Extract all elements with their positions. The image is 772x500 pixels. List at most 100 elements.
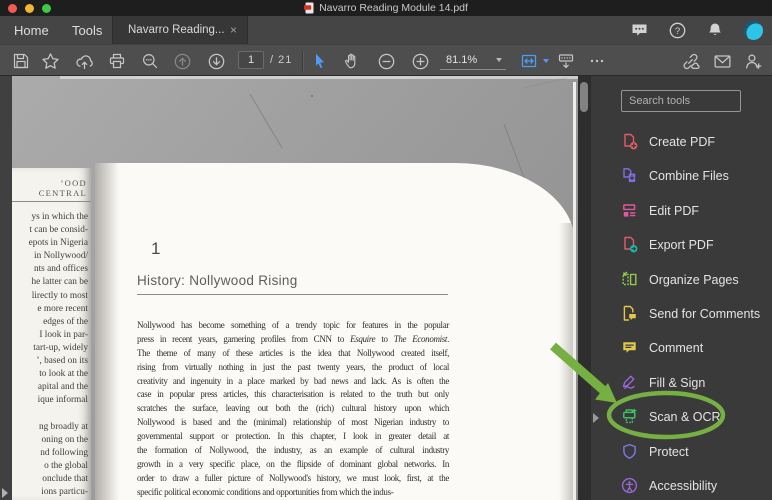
fit-dropdown-caret-icon[interactable]	[540, 49, 552, 73]
arrow-down-circle-icon	[208, 53, 224, 69]
cloud-upload-icon	[75, 54, 93, 69]
favorites-button[interactable]	[37, 49, 63, 73]
tool-item-protect[interactable]: Protect	[621, 441, 771, 462]
left-page-text-line: ’, based on its	[36, 356, 88, 367]
zoom-dropdown-caret-icon[interactable]	[496, 57, 502, 62]
tool-item-label: Scan & OCR	[649, 409, 721, 424]
left-page-text-line: he latter can be	[31, 277, 88, 288]
edit-pdf-icon	[623, 204, 636, 217]
close-window-button[interactable]	[8, 4, 17, 13]
arrow-up-circle-icon	[174, 53, 190, 69]
tool-item-scan-ocr[interactable]: Scan & OCR	[621, 406, 771, 427]
fit-width-icon	[521, 54, 537, 68]
email-button[interactable]	[709, 49, 735, 73]
scrollbar-thumb[interactable]	[580, 82, 588, 112]
navigation-pane-expand-arrow-icon[interactable]	[2, 488, 8, 498]
share-link-button[interactable]	[677, 49, 703, 73]
body-line: growth in a very specific place, on the …	[137, 458, 449, 469]
next-page-button[interactable]	[203, 49, 229, 73]
minimize-window-button[interactable]	[25, 4, 34, 13]
ellipsis-icon	[590, 59, 604, 63]
zoom-level-input[interactable]: 81.1%	[440, 50, 506, 70]
body-line: order to draw a fuller picture of Nollyw…	[137, 472, 449, 483]
notifications-button[interactable]	[696, 16, 734, 44]
bell-icon	[709, 23, 721, 35]
toolbar-panel-icon	[558, 54, 574, 69]
previous-page-button[interactable]	[169, 49, 195, 73]
protect-shield-icon	[623, 443, 636, 459]
hand-icon	[344, 53, 356, 69]
add-user-button[interactable]	[740, 49, 766, 73]
zoom-out-button[interactable]	[373, 49, 399, 73]
svg-text:?: ?	[674, 26, 679, 37]
tool-item-accessibility[interactable]: Accessibility	[621, 475, 771, 496]
body-line: case in popular press articles, this cha…	[137, 389, 449, 400]
left-page-text-line: apital and the	[37, 382, 88, 393]
hand-tool-button[interactable]	[339, 49, 365, 73]
search-tools-input[interactable]	[621, 90, 741, 112]
comments-bubble-button[interactable]	[620, 16, 658, 44]
tool-item-label: Create PDF	[649, 134, 715, 149]
pdf-file-icon	[304, 2, 314, 14]
left-page-text-line: onclude that	[42, 473, 88, 484]
zoom-window-button[interactable]	[42, 4, 51, 13]
toolbar-collapse-button[interactable]	[553, 49, 579, 73]
left-page-text-line: ys in which the	[31, 212, 88, 222]
tool-item-comment[interactable]: Comment	[621, 337, 771, 358]
comment-icon	[623, 342, 636, 353]
left-page-text-line: oning on the	[41, 434, 88, 445]
tool-item-label: Protect	[649, 444, 689, 459]
tab-home[interactable]: Home	[0, 16, 63, 44]
zoom-in-button[interactable]	[407, 49, 433, 73]
search-button[interactable]	[137, 49, 163, 73]
tool-item-fill-sign[interactable]: Fill & Sign	[621, 372, 771, 393]
body-line: governmental support or protection. In t…	[137, 431, 449, 442]
tab-tools[interactable]: Tools	[58, 16, 116, 44]
chapter-heading: History: Nollywood Rising	[137, 273, 298, 288]
tool-item-organize-pages[interactable]: Organize Pages	[621, 269, 771, 290]
tool-item-label: Combine Files	[649, 168, 729, 183]
tool-item-edit-pdf[interactable]: Edit PDF	[621, 200, 771, 221]
tab-document-label: Navarro Reading...	[128, 24, 225, 36]
title-bar: Navarro Reading Module 14.pdf	[0, 0, 772, 16]
left-page-text-line: epots in Nigeria	[28, 238, 88, 249]
tool-item-combine-files[interactable]: Combine Files	[621, 165, 771, 186]
share-cloud-button[interactable]	[71, 49, 97, 73]
left-page-text-line: lirectly to most	[31, 290, 88, 301]
select-tool-button[interactable]	[306, 49, 332, 73]
main-toolbar: 1 / 21 81.1%	[0, 44, 772, 76]
save-button[interactable]	[8, 49, 34, 73]
tool-item-label: Fill & Sign	[649, 375, 706, 390]
more-tools-button[interactable]	[584, 49, 610, 73]
avatar	[743, 20, 763, 40]
tool-item-send-for-comments[interactable]: Send for Comments	[621, 303, 771, 324]
vertical-scrollbar[interactable]	[578, 76, 590, 500]
tools-panel-collapse-arrow-icon[interactable]	[593, 413, 599, 423]
fit-width-button[interactable]	[516, 49, 542, 73]
body-line: scratches the surface, leaving out both …	[137, 403, 449, 414]
account-button[interactable]	[734, 16, 772, 44]
body-line: rising from virtually nothing in just th…	[137, 361, 449, 372]
person-plus-icon	[745, 54, 761, 69]
page-total-label: / 21	[270, 54, 293, 66]
help-icon: ?	[669, 22, 685, 38]
tool-item-create-pdf[interactable]: Create PDF	[621, 131, 771, 152]
tool-item-export-pdf[interactable]: Export PDF	[621, 234, 771, 255]
print-button[interactable]	[104, 49, 130, 73]
envelope-icon	[713, 54, 731, 68]
plus-circle-icon	[412, 53, 428, 69]
body-line: the formation of Nollywood, the industry…	[137, 445, 449, 456]
tools-panel: Create PDF Combine Files Edit PDF	[590, 76, 772, 500]
document-canvas[interactable]: ’OOD CENTRAL ys in which the t can be con…	[12, 76, 578, 500]
help-button[interactable]: ?	[658, 16, 696, 44]
book-left-page: ’OOD CENTRAL ys in which the t can be con…	[12, 168, 91, 500]
toolbar-divider	[302, 51, 303, 71]
page-number-input[interactable]: 1	[238, 51, 264, 69]
tool-item-label: Accessibility	[649, 478, 718, 493]
accessibility-icon	[621, 477, 638, 494]
body-line: specific political economic conditions a…	[137, 486, 394, 497]
pointer-cursor-icon	[316, 53, 324, 68]
tab-document[interactable]: Navarro Reading... ×	[112, 16, 248, 44]
tab-close-icon[interactable]: ×	[230, 24, 237, 36]
body-line: Nollywood has become something of a tren…	[137, 320, 449, 330]
